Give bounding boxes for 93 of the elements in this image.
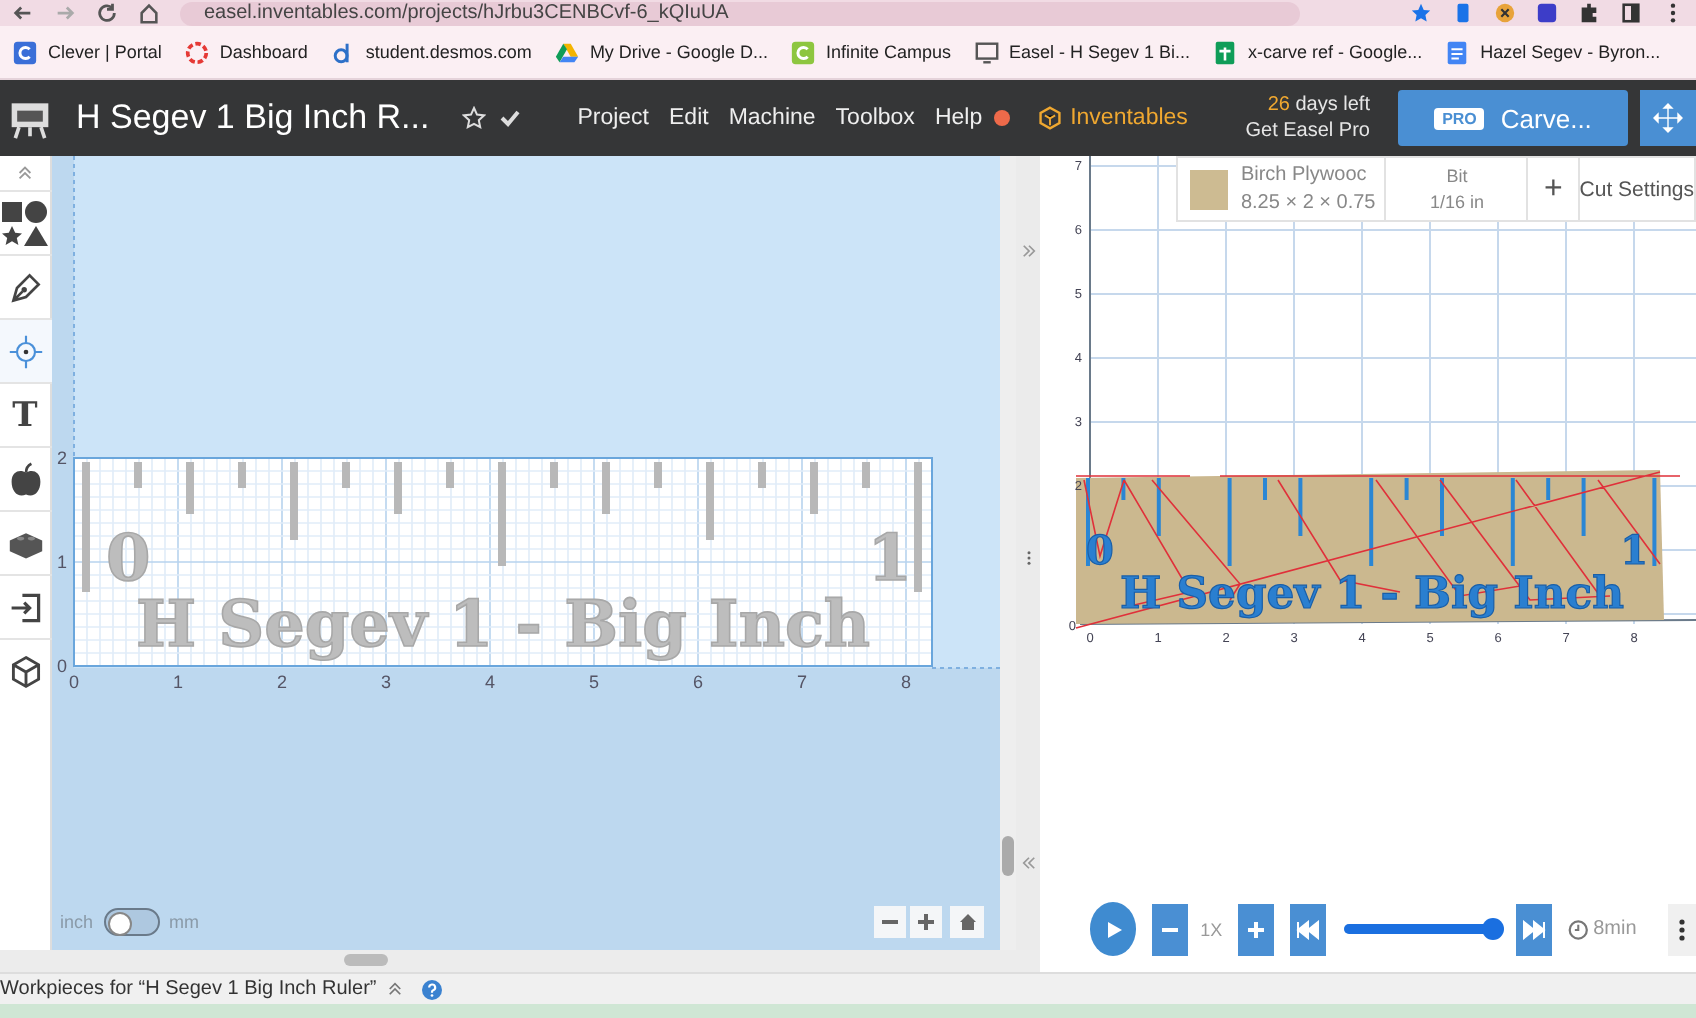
crosshair-icon[interactable] xyxy=(7,333,43,369)
axis-label: 5 xyxy=(589,672,599,692)
document-icon xyxy=(1444,39,1471,65)
menu-item[interactable]: Project xyxy=(577,106,649,130)
spreadsheet-icon xyxy=(1212,39,1239,65)
clock-icon xyxy=(1568,917,1590,941)
more-button[interactable] xyxy=(1668,903,1696,955)
slower-button[interactable] xyxy=(1152,903,1189,955)
bookmark-link[interactable]: Easel - H Segev 1 Bi... xyxy=(1009,42,1191,62)
material-name[interactable]: Birch Plywooc xyxy=(1240,164,1369,186)
help-icon[interactable] xyxy=(422,979,443,999)
rewind-button[interactable] xyxy=(1290,903,1327,955)
skip-end-button[interactable] xyxy=(1516,903,1553,955)
ring-icon xyxy=(183,39,210,65)
bookmark-link[interactable]: My Drive - Google D... xyxy=(589,42,768,62)
play-button[interactable] xyxy=(1090,902,1137,956)
zoom-in-button[interactable] xyxy=(910,906,942,938)
fullscreen-button[interactable] xyxy=(1640,90,1696,146)
menu-item[interactable]: Toolbox xyxy=(835,106,915,130)
project-title[interactable]: H Segev 1 Big Inch R... xyxy=(76,98,430,138)
axis-label: 1 xyxy=(57,552,67,572)
play-icon xyxy=(1103,919,1124,939)
bit-size[interactable]: 1/16 in xyxy=(1429,192,1484,212)
axis-label: 2 xyxy=(277,672,287,692)
axis-label: 8 xyxy=(901,672,911,692)
scrollbar-thumb[interactable] xyxy=(1002,836,1014,876)
workpieces-label[interactable]: Workpieces for “H Segev 1 Big Inch Ruler” xyxy=(0,978,377,1000)
slider-thumb[interactable] xyxy=(1482,918,1505,940)
vertical-dots-icon xyxy=(1678,917,1687,941)
bookmark-link[interactable]: student.desmos.com xyxy=(365,42,532,62)
menu-item[interactable]: Edit xyxy=(669,106,709,130)
pro-badge: PRO xyxy=(1434,107,1485,129)
unit-label: inch xyxy=(60,912,94,932)
drag-handle-icon[interactable] xyxy=(1025,549,1031,565)
unit-toggle[interactable] xyxy=(103,908,160,936)
inventables-link[interactable]: Inventables xyxy=(1070,106,1188,130)
axis-label: 1 xyxy=(173,672,183,692)
menu-item[interactable]: Help xyxy=(934,106,983,130)
address-bar[interactable]: easel.inventables.com/projects/hJrbu3CENBCvf-6_kQIuUA xyxy=(180,1,1300,25)
star-icon[interactable] xyxy=(461,106,486,130)
unit-label: mm xyxy=(169,912,200,932)
bit-label: Bit xyxy=(1446,166,1468,186)
plus-icon xyxy=(916,912,936,932)
axis-label: 7 xyxy=(797,672,807,692)
puzzle-icon[interactable] xyxy=(1578,2,1600,24)
ruler-workpiece[interactable] xyxy=(73,457,933,667)
scrollbar-thumb[interactable] xyxy=(344,954,388,966)
bookmark-link[interactable]: Hazel Segev - Byron... xyxy=(1480,42,1661,62)
plus-icon xyxy=(1246,919,1267,939)
rewind-icon xyxy=(1296,919,1321,939)
skip-end-icon xyxy=(1522,919,1547,939)
reload-icon[interactable] xyxy=(96,2,118,24)
home-icon xyxy=(957,912,977,932)
text-tool[interactable]: T xyxy=(12,395,38,435)
bookmark-link[interactable]: Clever | Portal xyxy=(48,42,162,62)
carve-label: Carve... xyxy=(1500,103,1592,133)
faster-button[interactable] xyxy=(1238,903,1275,955)
cube-icon[interactable] xyxy=(7,653,43,689)
axis-label: 2 xyxy=(57,448,67,468)
wood-swatch[interactable] xyxy=(1190,169,1229,209)
duration-label: 8min xyxy=(1593,918,1637,940)
ruler-number: 1 xyxy=(1620,526,1648,574)
upgrade-link[interactable]: Get Easel Pro xyxy=(1245,118,1370,144)
checkmark-icon xyxy=(497,106,522,130)
expand-up-icon[interactable] xyxy=(388,982,403,996)
bookmark-link[interactable]: Dashboard xyxy=(219,42,308,62)
import-icon[interactable] xyxy=(7,589,43,625)
back-icon[interactable] xyxy=(12,2,34,24)
collapse-icon[interactable] xyxy=(16,164,34,182)
monitor-icon xyxy=(973,39,999,65)
home-button[interactable] xyxy=(950,906,984,938)
menu-item[interactable]: Machine xyxy=(728,106,816,130)
axis-label: 3 xyxy=(381,672,391,692)
bookmark-link[interactable]: Infinite Campus xyxy=(825,42,951,62)
apple-icon[interactable] xyxy=(7,461,43,497)
home-icon[interactable] xyxy=(138,2,160,24)
axis-label: 0 xyxy=(57,656,67,676)
axis-label: 4 xyxy=(485,672,495,692)
axis-label: 6 xyxy=(693,672,703,692)
axis-label: 0 xyxy=(69,672,79,692)
trial-days-left: 26 days left xyxy=(1267,92,1370,118)
sidebar-icon[interactable] xyxy=(1620,2,1642,24)
move-arrows-icon xyxy=(1652,102,1684,134)
pen-tool-icon[interactable] xyxy=(7,269,43,305)
star-icon[interactable] xyxy=(1410,2,1432,24)
hexagon-logo-icon xyxy=(1038,106,1063,130)
speed-label: 1X xyxy=(1200,919,1223,939)
bookmark-link[interactable]: x-carve ref - Google... xyxy=(1248,42,1423,62)
shapes-icon[interactable] xyxy=(1,199,49,247)
zoom-out-button[interactable] xyxy=(874,906,906,938)
square-icon xyxy=(789,39,816,65)
triangle-icon xyxy=(553,39,580,65)
square-icon xyxy=(12,39,38,65)
